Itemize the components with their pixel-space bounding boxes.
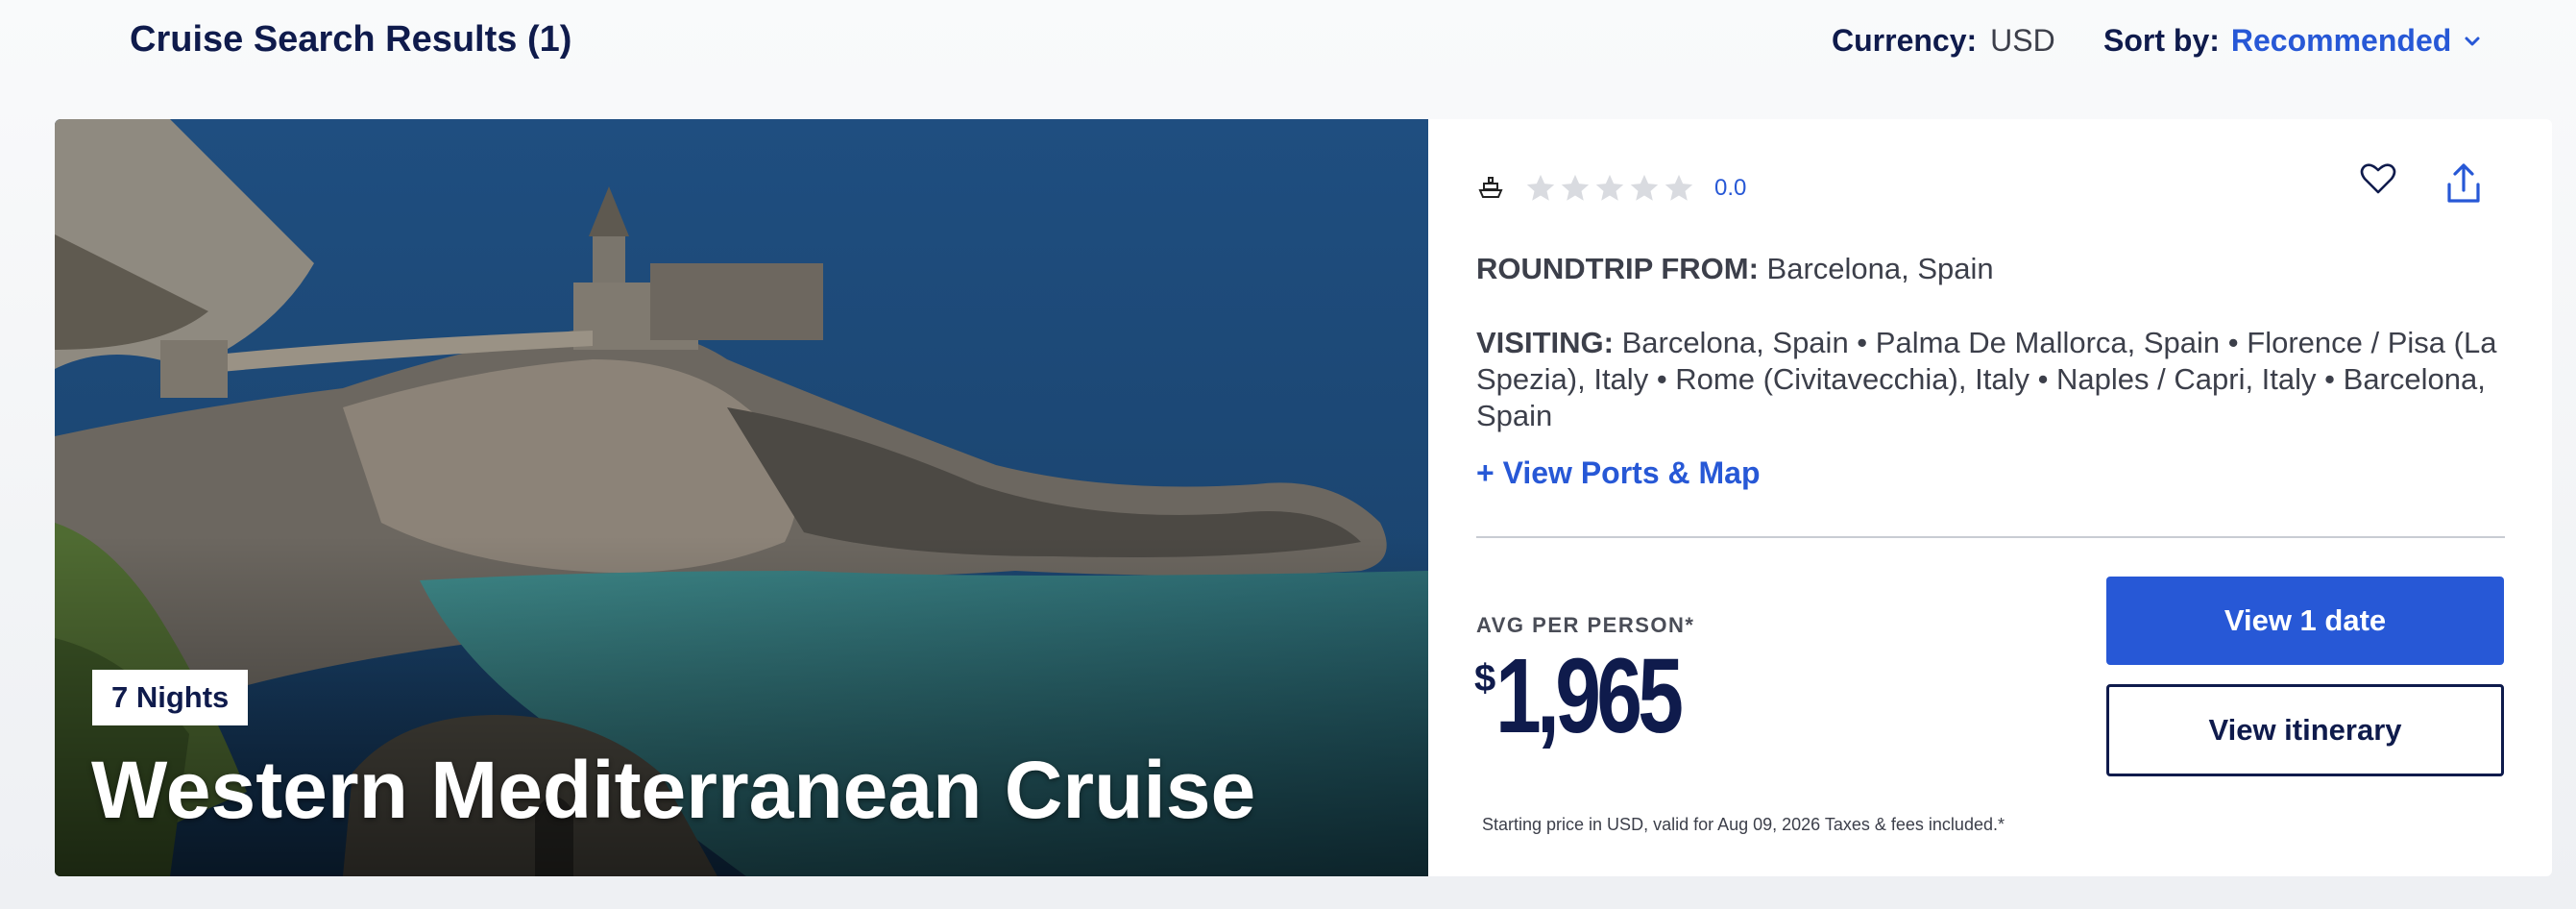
sort-dropdown[interactable]: Recommended	[2231, 23, 2482, 59]
visiting-ports: VISITING: Barcelona, Spain • Palma De Ma…	[1476, 326, 2497, 432]
sort-control: Sort by: Recommended	[2103, 23, 2482, 59]
star-icon	[1526, 174, 1555, 201]
port-item: Naples / Capri, Italy	[2056, 362, 2317, 396]
results-header: Cruise Search Results (1) Currency: USD …	[0, 0, 2576, 86]
roundtrip-label: ROUNDTRIP FROM:	[1476, 252, 1759, 285]
star-icon	[1561, 174, 1590, 201]
view-dates-button[interactable]: View 1 date	[2106, 577, 2504, 665]
port-item: Barcelona, Spain	[1621, 326, 1849, 359]
cruise-details-panel: 0.0 ROUNDTRIP FROM: Barcelona, Spain VIS…	[1428, 119, 2552, 876]
share-icon[interactable]	[2443, 161, 2484, 206]
section-divider	[1476, 536, 2505, 538]
star-icon	[1665, 174, 1693, 201]
results-title: Cruise Search Results (1)	[130, 19, 572, 60]
roundtrip-value: Barcelona, Spain	[1766, 252, 1994, 285]
price-currency-symbol: $	[1474, 657, 1496, 700]
cruise-result-card: 7 Nights Western Mediterranean Cruise 0.…	[55, 119, 2552, 876]
visiting-label: VISITING:	[1476, 326, 1614, 359]
avg-per-person-label: AVG PER PERSON*	[1476, 613, 1695, 637]
cruise-title[interactable]: Western Mediterranean Cruise	[91, 744, 1255, 837]
sort-label: Sort by:	[2103, 23, 2220, 58]
cruise-hero-image[interactable]: 7 Nights Western Mediterranean Cruise	[55, 119, 1428, 876]
star-icon	[1595, 174, 1624, 201]
nights-badge: 7 Nights	[92, 670, 249, 725]
star-icon	[1630, 174, 1659, 201]
ship-icon	[1478, 177, 1503, 198]
heart-icon[interactable]	[2359, 160, 2397, 198]
view-itinerary-button[interactable]: View itinerary	[2106, 684, 2504, 776]
roundtrip-from: ROUNDTRIP FROM: Barcelona, Spain	[1476, 252, 1994, 286]
port-item: Palma De Mallorca, Spain	[1875, 326, 2221, 359]
chevron-down-icon	[2465, 37, 2480, 45]
sort-value: Recommended	[2230, 23, 2452, 58]
currency-display: Currency: USD	[1832, 23, 2055, 59]
currency-label: Currency:	[1832, 23, 1978, 58]
view-ports-map-link[interactable]: + View Ports & Map	[1476, 455, 1761, 491]
price: $ 1,965	[1474, 644, 1732, 749]
rating-value[interactable]: 0.0	[1714, 175, 1746, 202]
currency-value: USD	[1990, 23, 2055, 58]
rating-row: 0.0	[1476, 167, 1746, 209]
port-item: Rome (Civitavecchia), Italy	[1675, 362, 2029, 396]
price-amount: 1,965	[1495, 637, 1684, 755]
price-disclaimer: Starting price in USD, valid for Aug 09,…	[1482, 815, 2005, 834]
rating-stars	[1524, 172, 1695, 205]
